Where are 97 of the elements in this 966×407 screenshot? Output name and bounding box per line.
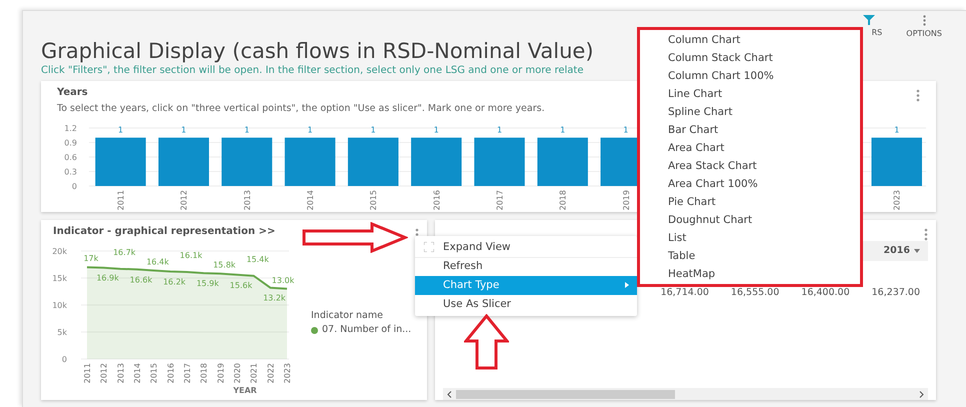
submenu-arrow-icon	[625, 282, 629, 288]
scroll-left-icon[interactable]	[447, 390, 452, 398]
legend-title: Indicator name	[311, 309, 384, 324]
expand-icon	[424, 242, 434, 252]
axis-tick-label: 2020	[233, 363, 242, 384]
data-label: 1	[244, 126, 250, 136]
axis-tick-label: 2012	[100, 363, 109, 384]
horizontal-scrollbar[interactable]	[443, 388, 928, 400]
axis-tick-label: 2014	[133, 363, 142, 384]
data-label: 16.2k	[163, 278, 186, 287]
data-label: 16.7k	[113, 248, 136, 257]
data-label: 1	[181, 126, 186, 136]
axis-tick-label: 2013	[116, 363, 126, 384]
more-options-icon[interactable]	[916, 89, 920, 102]
axis-tick-label: 2019	[622, 190, 631, 211]
axis-tick-label: 2015	[369, 190, 378, 211]
data-label: 15.8k	[213, 260, 236, 270]
axis-tick-label: 2021	[250, 363, 259, 384]
data-label: 1	[308, 126, 313, 136]
data-label: 15.9k	[196, 279, 219, 288]
axis-tick-label: 2012	[180, 190, 189, 211]
menu-item[interactable]: Area Chart 100%	[640, 175, 860, 193]
menu-item[interactable]: Line Chart	[640, 85, 860, 103]
table-cell: 16,555.00	[730, 286, 780, 300]
filter-icon[interactable]	[862, 15, 875, 25]
options-label[interactable]: OPTIONS	[906, 30, 942, 38]
data-label: 13.2k	[263, 294, 286, 303]
data-label: 17k	[84, 254, 98, 264]
card-title: Indicator - graphical representation >>	[53, 225, 276, 240]
legend-label[interactable]: 07. Number of in...	[322, 323, 412, 338]
data-label: 16.6k	[130, 276, 152, 285]
axis-tick-label: 0.6	[64, 153, 77, 162]
axis-tick-label: 2017	[496, 190, 504, 211]
menu-item[interactable]: Spline Chart	[640, 103, 860, 121]
axis-tick-label: 2016	[166, 363, 176, 384]
column-header[interactable]: 2016	[884, 244, 920, 258]
axis-tick-label: 20k	[52, 247, 67, 256]
data-label: 16.4k	[146, 258, 169, 267]
data-label: 1	[118, 126, 124, 136]
menu-item[interactable]: Bar Chart	[640, 121, 860, 139]
axis-tick-label: 2018	[558, 190, 568, 211]
data-label: 13.0k	[272, 276, 294, 285]
axis-tick-label: 1.2	[64, 124, 77, 134]
card-description: To select the years, click on "three vertical points", the option "Use as slicer". Mark one or more years.	[57, 102, 545, 116]
menu-item[interactable]: List	[640, 229, 860, 247]
options-icon[interactable]	[922, 15, 926, 26]
data-label: 1	[496, 126, 502, 136]
axis-tick-label: 2017	[183, 363, 192, 384]
menu-item[interactable]: Table	[640, 247, 860, 265]
data-label: 1	[560, 126, 566, 136]
menu-item[interactable]: Doughnut Chart	[640, 211, 860, 229]
menu-item[interactable]: HeatMap	[640, 265, 860, 283]
table-cell: 16,237.00	[872, 286, 920, 300]
caret-icon	[914, 249, 920, 254]
data-label: 1	[894, 126, 900, 136]
axis-tick-label: 2023	[892, 190, 902, 211]
axis-tick-label: 0.9	[64, 138, 77, 148]
axis-tick-label: 0	[62, 355, 67, 364]
axis-tick-label: 5k	[57, 328, 67, 338]
menu-item[interactable]: Area Stack Chart	[640, 157, 860, 175]
data-label: 1	[623, 126, 628, 136]
menu-item[interactable]: Use As Slicer	[415, 295, 637, 314]
page-title: Graphical Display (cash flows in RSD-Nominal Value)	[41, 39, 594, 64]
menu-item[interactable]: Column Stack Chart	[640, 49, 860, 67]
axis-tick-label: 2019	[216, 363, 226, 384]
axis-tick-label: 2018	[200, 363, 209, 384]
table-cell: 16,714.00	[660, 286, 709, 300]
axis-tick-label: 2014	[306, 190, 316, 211]
axis-tick-label: 2013	[242, 190, 252, 211]
menu-item[interactable]: Expand View	[415, 238, 637, 257]
axis-tick-label: 10k	[52, 301, 67, 310]
axis-tick-label: 2011	[116, 190, 126, 211]
menu-item[interactable]: Column Chart	[640, 31, 860, 49]
data-label: 16.1k	[180, 251, 202, 260]
axis-tick-label: 2015	[150, 363, 159, 384]
table-cell: 16,400.00	[801, 286, 850, 300]
menu-item[interactable]: Column Chart 100%	[640, 67, 860, 85]
data-label: 15.6k	[230, 280, 252, 290]
instruction-text: Click "Filters", the filter section will be open. In the filter section, select only one LSG and one or more relate	[41, 64, 584, 78]
menu-item[interactable]: Pie Chart	[640, 193, 860, 211]
data-label: 1	[370, 126, 376, 136]
axis-title: YEAR	[233, 386, 257, 396]
data-label: 1	[434, 126, 439, 136]
filters-label[interactable]: RS	[872, 29, 882, 37]
axis-tick-label: 2011	[83, 363, 92, 384]
axis-tick-label: 0	[72, 182, 77, 192]
scroll-right-icon[interactable]	[919, 390, 924, 398]
axis-tick-label: 2016	[432, 190, 442, 211]
axis-tick-label: 2022	[266, 363, 276, 384]
data-label: 16.9k	[96, 274, 119, 283]
axis-tick-label: 15k	[52, 274, 67, 284]
data-label: 15.4k	[246, 255, 269, 264]
axis-tick-label: 0.3	[64, 168, 77, 177]
more-options-icon[interactable]	[924, 228, 928, 242]
card-title: Years	[57, 86, 88, 100]
menu-item[interactable]: Area Chart	[640, 139, 860, 157]
axis-tick-label: 2023	[283, 363, 292, 384]
